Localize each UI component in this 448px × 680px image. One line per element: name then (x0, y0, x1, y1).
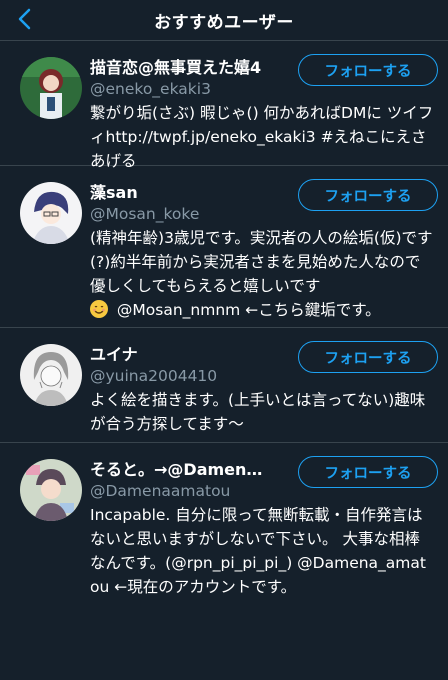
user-name: 描音恋@無事買えた嬉4 (90, 58, 262, 77)
user-bio: よく絵を描きます。(上手いとは言ってない)趣味が合う方探してます〜 (90, 391, 426, 433)
user-list-item[interactable]: 描音恋@無事買えた嬉4 @eneko_ekaki3 繋がり垢(さぶ) 暇じゃ()… (0, 41, 448, 170)
avatar[interactable] (20, 344, 82, 406)
user-name: 藻san (90, 183, 138, 202)
avatar[interactable] (20, 57, 82, 119)
top-nav-bar: おすすめユーザー (0, 0, 448, 41)
user-bio: Incapable. 自分に限って無断転載・自作発言はないと思いますがしないで下… (90, 506, 426, 596)
follow-button[interactable]: フォローする (298, 54, 438, 86)
user-bio-text: @Mosan_nmnm ←こちら鍵垢です。 (112, 301, 381, 319)
follow-button[interactable]: フォローする (298, 341, 438, 373)
user-bio: 繋がり垢(さぶ) 暇じゃ() 何かあればDMに ツイフィhttp://twpf.… (90, 104, 434, 170)
user-name: そると。→@Damenaamatou (90, 460, 268, 479)
page-title: おすすめユーザー (154, 12, 294, 33)
avatar[interactable] (20, 182, 82, 244)
back-button[interactable] (10, 4, 40, 34)
smiling-face-icon (90, 300, 108, 318)
follow-button[interactable]: フォローする (298, 456, 438, 488)
user-name: ユイナ (90, 345, 138, 364)
user-bio: (精神年齢)3歳児です。実況者の人の絵垢(仮)です(?)約半年前から実況者さまを… (90, 226, 436, 322)
chevron-left-icon (18, 8, 31, 30)
follow-button[interactable]: フォローする (298, 179, 438, 211)
user-list-item[interactable]: そると。→@Damenaamatou @Damenaamatou Incapab… (0, 443, 448, 639)
avatar[interactable] (20, 459, 82, 521)
user-list-item[interactable]: ユイナ @yuina2004410 よく絵を描きます。(上手いとは言ってない)趣… (0, 328, 448, 443)
user-bio-text: (精神年齢)3歳児です。実況者の人の絵垢(仮)です(?)約半年前から実況者さまを… (90, 229, 433, 295)
user-list-item[interactable]: 藻san @Mosan_koke (精神年齢)3歳児です。実況者の人の絵垢(仮)… (0, 166, 448, 328)
